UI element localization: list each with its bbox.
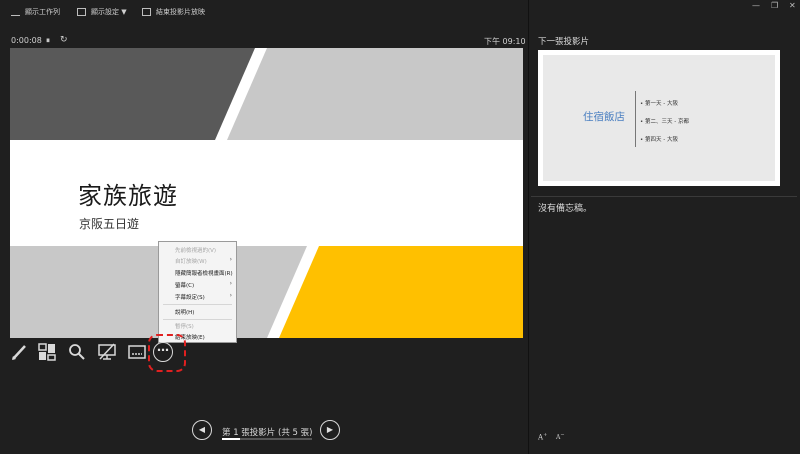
- zoom-icon[interactable]: [68, 343, 86, 361]
- menu-item-subtitle-settings[interactable]: 字幕設定(S): [175, 293, 205, 301]
- display-settings-button[interactable]: 顯示設定 ▼: [77, 7, 127, 17]
- slide-progress-bar: [222, 438, 312, 440]
- previous-slide-button[interactable]: ◀: [192, 420, 212, 440]
- restore-button[interactable]: ❐: [771, 1, 778, 10]
- menu-item-custom-show[interactable]: 自訂放映(W): [175, 257, 207, 265]
- elapsed-timer: 0:00:08: [11, 36, 42, 45]
- slide-subtitle: 京阪五日遊: [79, 217, 140, 231]
- more-options-menu: 先前檢視過的(V) 自訂放映(W) › 隱藏簡報者檢視畫面(R) 螢幕(C) ›…: [158, 241, 237, 343]
- chevron-right-icon: ›: [229, 280, 232, 287]
- next-slide-bullet: • 第四天 - 大阪: [640, 137, 678, 143]
- menu-item-screen[interactable]: 螢幕(C): [175, 281, 194, 289]
- chevron-right-icon: ›: [229, 292, 232, 299]
- current-slide[interactable]: 家族旅遊 京阪五日遊: [10, 48, 523, 338]
- highlight-annotation: [148, 334, 186, 372]
- menu-separator: [163, 319, 232, 320]
- minimize-button[interactable]: —: [752, 1, 760, 10]
- next-slide-bullet: • 第二、三天 - 京都: [640, 119, 689, 125]
- slide-progress-fill: [222, 438, 240, 440]
- pane-divider[interactable]: [528, 0, 529, 454]
- pause-timer-icon[interactable]: ⏸: [46, 36, 50, 46]
- next-slide-preview[interactable]: 住宿飯店 • 第一天 - 大阪 • 第二、三天 - 京都 • 第四天 - 大阪: [538, 50, 780, 186]
- next-slide-bullet: • 第一天 - 大阪: [640, 101, 678, 107]
- pen-icon[interactable]: [10, 343, 28, 361]
- subtitles-icon[interactable]: [128, 343, 146, 361]
- menu-item-hide-presenter-view[interactable]: 隱藏簡報者檢視畫面(R): [175, 269, 233, 277]
- display-settings-label: 顯示設定 ▼: [91, 8, 127, 16]
- menu-item-pause[interactable]: 暫停(S): [175, 322, 194, 330]
- next-slide-divider: [635, 91, 636, 147]
- monitor-settings-icon: [77, 8, 86, 16]
- light-gray-band-top: [227, 48, 523, 140]
- dark-gray-band: [10, 48, 255, 140]
- notes-separator: [531, 196, 797, 197]
- see-all-slides-icon[interactable]: [38, 343, 56, 361]
- menu-item-last-viewed[interactable]: 先前檢視過的(V): [175, 246, 216, 254]
- increase-font-button[interactable]: A+: [538, 432, 547, 441]
- menu-separator: [163, 304, 232, 305]
- next-slide-label: 下一張投影片: [538, 37, 590, 47]
- current-time: 下午 09:10: [484, 37, 526, 46]
- next-slide-content: 住宿飯店 • 第一天 - 大阪 • 第二、三天 - 京都 • 第四天 - 大阪: [543, 55, 775, 181]
- black-screen-icon[interactable]: [98, 343, 116, 361]
- slide-title: 家族旅遊: [78, 182, 178, 210]
- end-slideshow-icon: [142, 8, 151, 16]
- reset-timer-icon[interactable]: ↻: [60, 35, 68, 45]
- decrease-font-button[interactable]: A−: [556, 432, 565, 441]
- next-slide-title: 住宿飯店: [583, 111, 625, 123]
- show-taskbar-label: 顯示工作列: [25, 8, 60, 16]
- close-button[interactable]: ✕: [789, 1, 796, 10]
- menu-item-help[interactable]: 說明(H): [175, 308, 194, 316]
- taskbar-icon: [11, 8, 20, 16]
- speaker-notes[interactable]: 沒有備忘稿。: [538, 201, 592, 214]
- show-taskbar-button[interactable]: 顯示工作列: [11, 7, 60, 17]
- chevron-right-icon: ›: [229, 256, 232, 263]
- slide-counter[interactable]: 第 1 張投影片 (共 5 張): [222, 426, 312, 438]
- end-slideshow-label: 結束投影片放映: [156, 8, 205, 16]
- next-slide-button[interactable]: ▶: [320, 420, 340, 440]
- end-slideshow-button[interactable]: 結束投影片放映: [142, 7, 205, 17]
- yellow-band: [279, 246, 523, 338]
